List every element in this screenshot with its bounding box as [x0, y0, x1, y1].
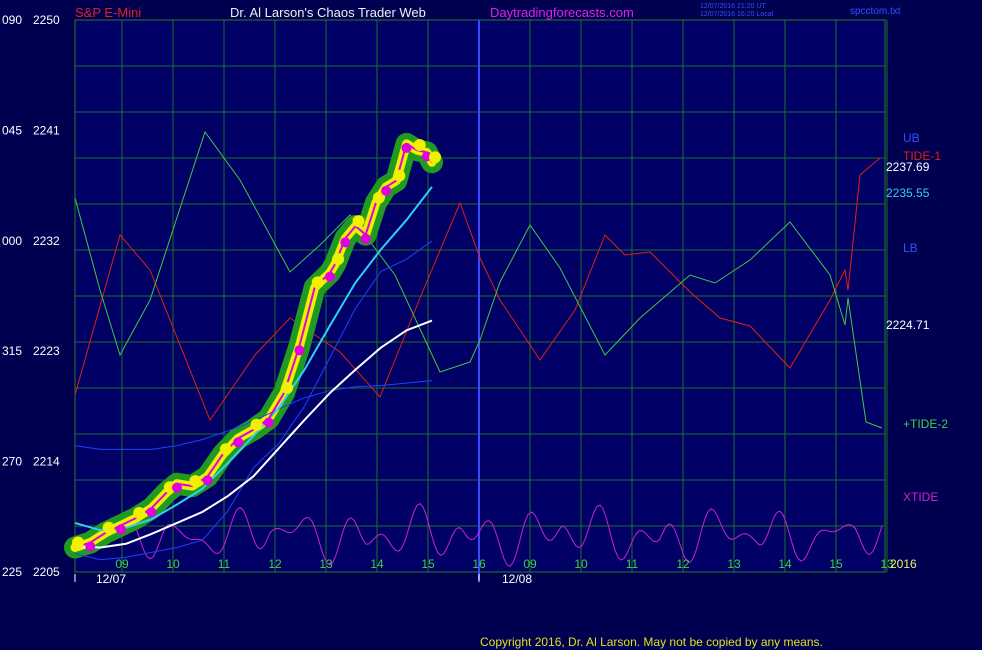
xtide-label: XTIDE — [903, 490, 938, 504]
price-point — [146, 507, 157, 518]
price-point — [281, 381, 294, 394]
y-price-label: 2250 — [33, 13, 60, 27]
chart: S&P E-Mini Dr. Al Larson's Chaos Trader … — [0, 0, 982, 650]
x-tick-label: 13 — [319, 557, 333, 571]
price-point — [311, 276, 324, 289]
y-osc-label: 090 — [2, 13, 22, 27]
price-point — [72, 536, 84, 549]
x-tick-label: 14 — [778, 557, 792, 571]
x-tick-label: 11 — [218, 557, 231, 571]
price-point — [202, 475, 213, 486]
y-osc-label: 045 — [2, 123, 22, 137]
ub-label: UB — [903, 131, 920, 145]
timestamp-local: 12/07/2016 16:20 Local — [700, 11, 774, 18]
price-point — [219, 443, 232, 456]
x-tick-label: 10 — [574, 557, 588, 571]
timestamp-utc: 12/07/2016 21:20 UT — [700, 3, 766, 10]
year-label: 2016 — [890, 557, 917, 571]
price-point — [325, 271, 335, 282]
price-point — [332, 253, 345, 266]
price-point — [340, 237, 351, 248]
tide2-label: +TIDE-2 — [903, 417, 948, 431]
y-osc-label: 315 — [2, 344, 22, 358]
price-point — [85, 541, 96, 552]
x-tick-label: 14 — [370, 557, 384, 571]
price-point — [429, 151, 441, 164]
y-osc-label: 270 — [2, 455, 22, 469]
y-price-label: 2214 — [33, 455, 60, 469]
price-point — [172, 482, 182, 493]
y-price-label: 2223 — [33, 344, 60, 358]
price-point — [189, 475, 202, 488]
y-price-label: 2232 — [33, 234, 60, 248]
x-tick-label: 16 — [472, 557, 486, 571]
price-point — [352, 215, 365, 228]
price-point — [250, 418, 263, 431]
price-last-label: 2237.69 — [886, 160, 930, 174]
symbol-label: S&P E-Mini — [75, 5, 141, 20]
x-tick-label: 13 — [727, 557, 741, 571]
lb-label: LB — [903, 241, 918, 255]
x-tick-label: 09 — [115, 557, 129, 571]
cyan-ma-last-label: 2235.55 — [886, 186, 930, 200]
y-osc-label: 000 — [2, 234, 22, 248]
y-osc-label: 225 — [2, 565, 22, 579]
price-point — [381, 185, 392, 196]
x-tick-label: 11 — [626, 557, 639, 571]
price-point — [393, 169, 406, 182]
price-point — [133, 507, 146, 520]
price-point — [233, 437, 244, 448]
chart-title: Dr. Al Larson's Chaos Trader Web — [230, 5, 426, 20]
x-tick-label: 09 — [523, 557, 537, 571]
y-price-label: 2205 — [33, 565, 60, 579]
price-point — [360, 233, 371, 244]
site-link[interactable]: Daytradingforecasts.com — [490, 5, 634, 20]
price-point — [294, 345, 305, 356]
x-tick-label: 15 — [421, 557, 435, 571]
date-label: 12/07 — [96, 572, 126, 586]
x-tick-label: 12 — [268, 557, 282, 571]
y-price-label: 2241 — [33, 123, 60, 137]
copyright: Copyright 2016, Dr. Al Larson. May not b… — [480, 635, 823, 649]
x-tick-label: 10 — [166, 557, 180, 571]
x-tick-label: 15 — [829, 557, 843, 571]
date-label: 12/08 — [502, 572, 532, 586]
source-file: spcctom.txt — [850, 6, 901, 17]
price-point — [115, 524, 126, 535]
x-tick-label: 12 — [676, 557, 690, 571]
white-ma-last-label: 2224.71 — [886, 318, 930, 332]
price-point — [401, 142, 412, 153]
price-point — [102, 521, 115, 534]
price-point — [263, 417, 274, 428]
price-point — [413, 139, 426, 152]
